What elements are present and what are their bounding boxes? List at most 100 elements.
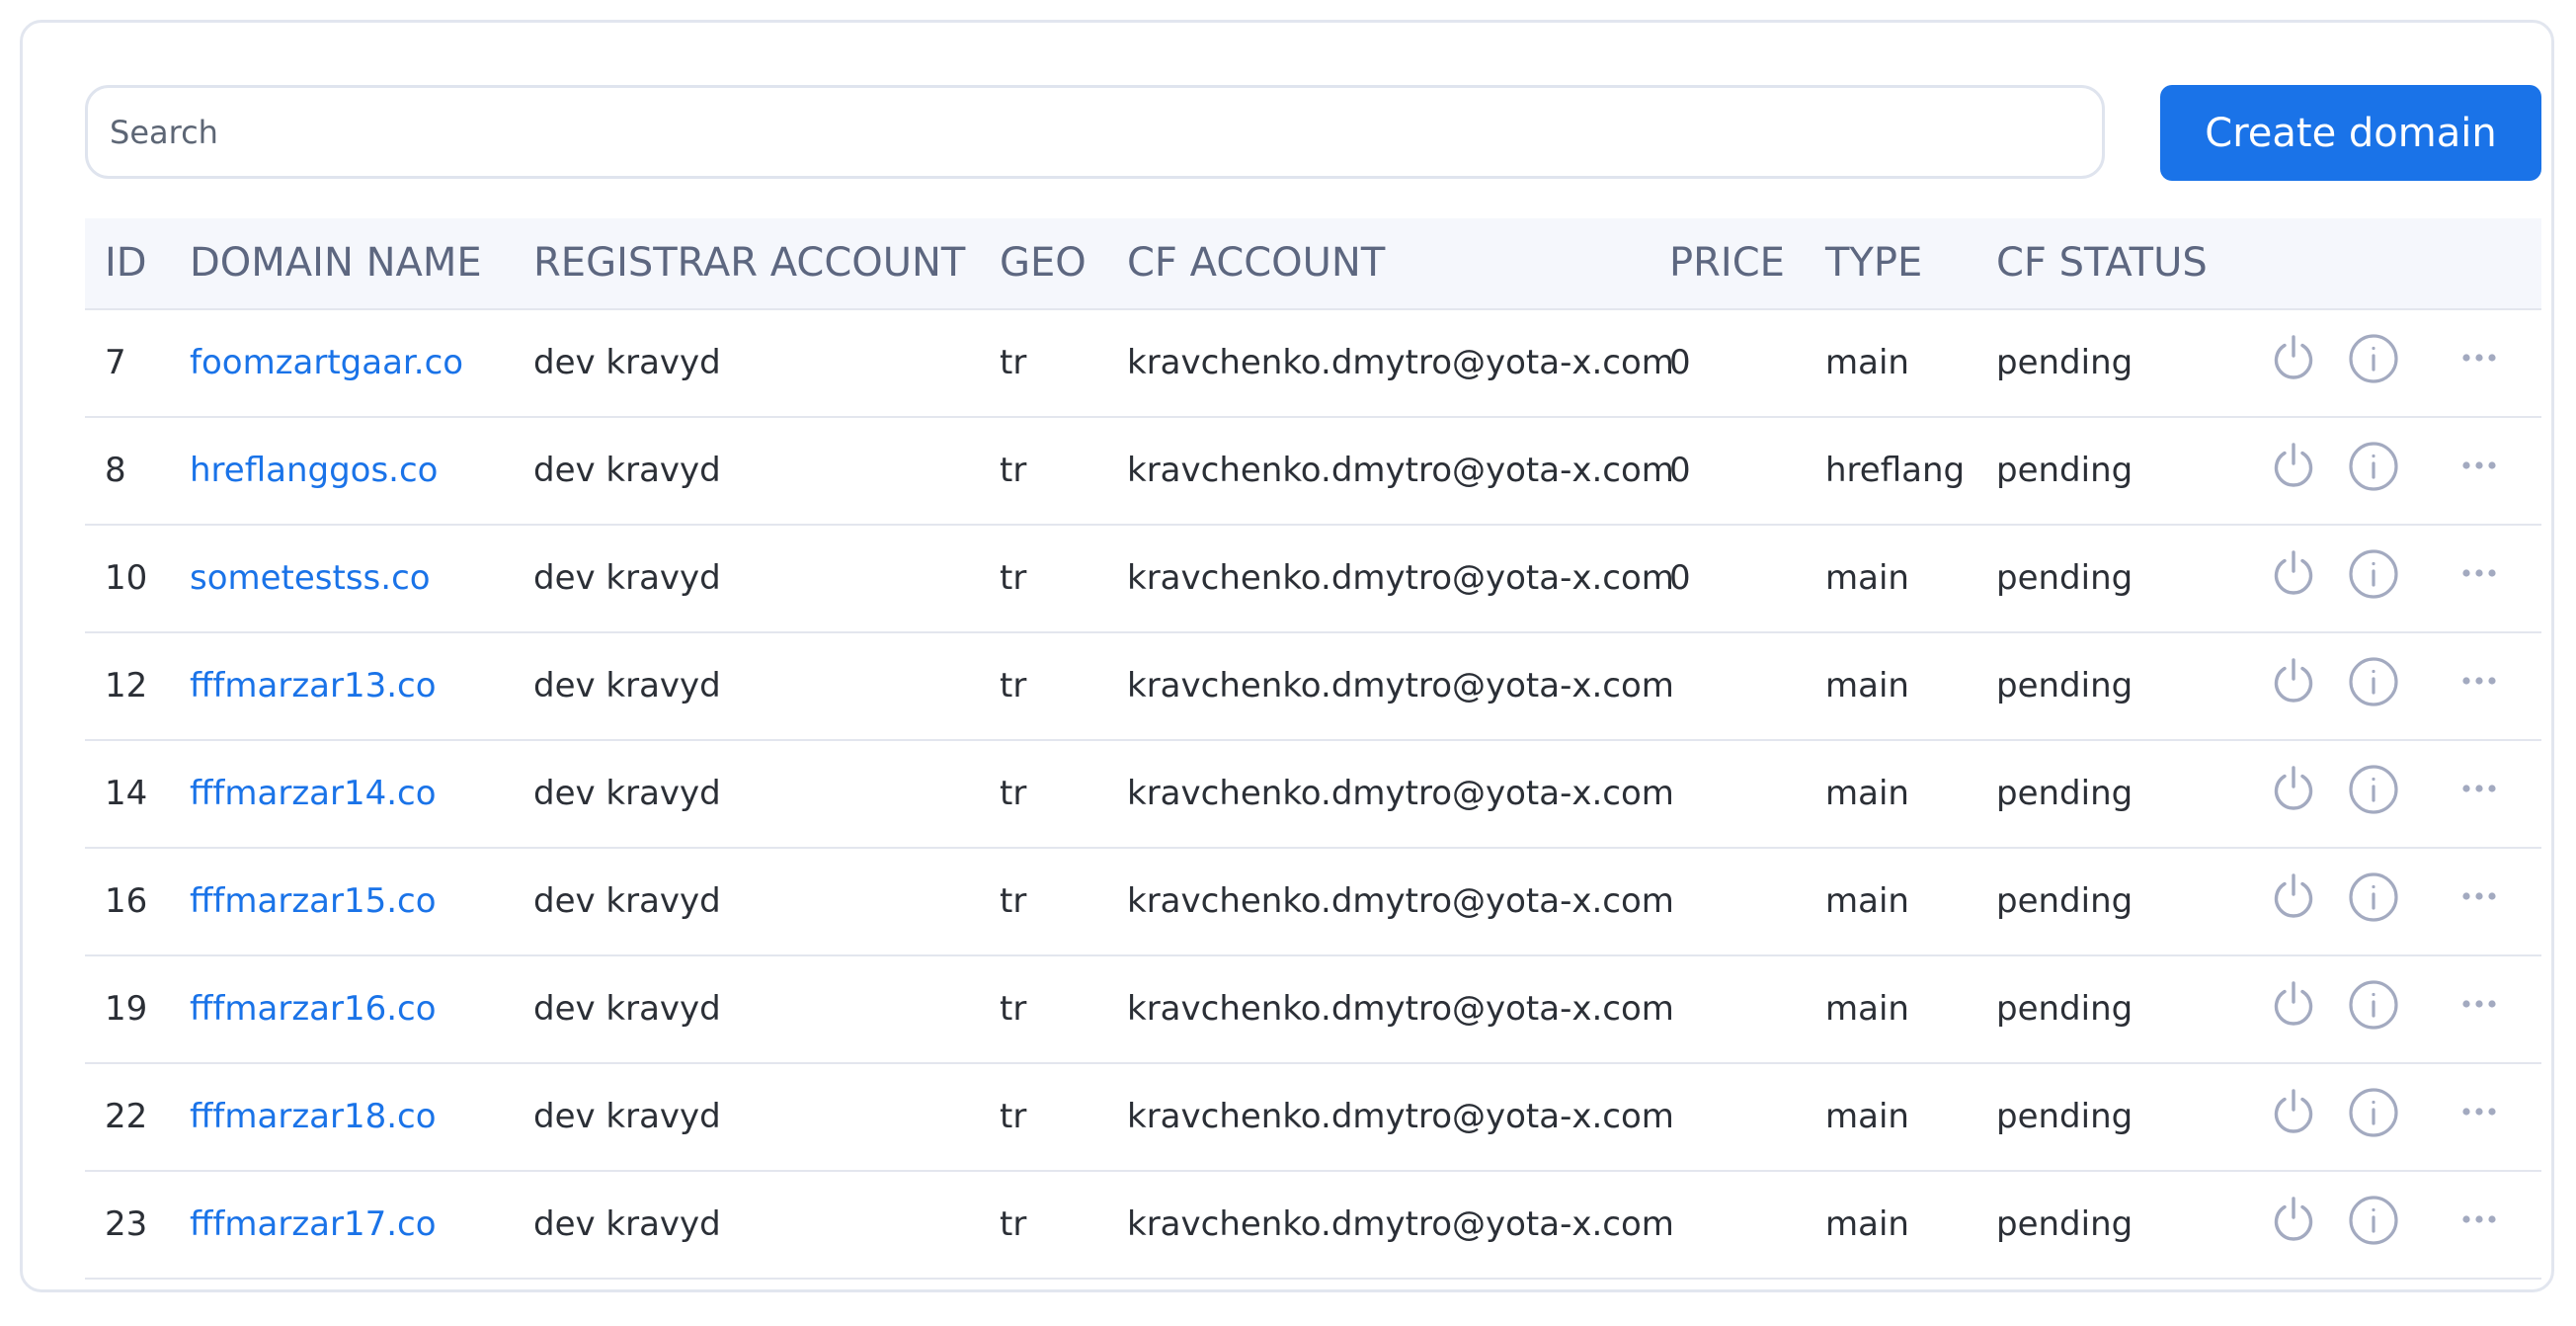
info-icon[interactable]	[2347, 332, 2400, 385]
domain-name-link[interactable]: fffmarzar15.co	[190, 849, 437, 954]
info-icon[interactable]	[2347, 440, 2400, 493]
table-row: 23 fffmarzar17.co dev kravyd tr kravchen…	[85, 1172, 2541, 1280]
column-header-id[interactable]: ID	[105, 218, 147, 308]
cell-id: 10	[105, 558, 148, 598]
cell-id: 7	[105, 343, 126, 382]
table-header: ID DOMAIN NAME REGISTRAR ACCOUNT GEO CF …	[85, 218, 2541, 310]
domain-name-link[interactable]: fffmarzar14.co	[190, 741, 437, 847]
cell-type: main	[1825, 666, 1909, 705]
cell-cf-status: pending	[1996, 989, 2133, 1029]
more-horizontal-icon[interactable]	[2453, 1086, 2506, 1139]
cell-cf-status: pending	[1996, 558, 2133, 598]
power-icon[interactable]	[2267, 870, 2320, 924]
cell-price: 0	[1669, 558, 1691, 598]
cell-cf-account: kravchenko.dmytro@yota-x.com	[1127, 451, 1674, 490]
cell-registrar-account: dev kravyd	[533, 774, 721, 813]
cell-geo: tr	[1000, 343, 1027, 382]
domain-name-link[interactable]: fffmarzar13.co	[190, 633, 437, 739]
column-header-cf-status[interactable]: CF STATUS	[1996, 218, 2208, 308]
column-header-geo[interactable]: GEO	[1000, 218, 1087, 308]
power-icon[interactable]	[2267, 440, 2320, 493]
cell-cf-status: pending	[1996, 343, 2133, 382]
cell-id: 8	[105, 451, 126, 490]
cell-registrar-account: dev kravyd	[533, 881, 721, 921]
cell-registrar-account: dev kravyd	[533, 343, 721, 382]
table-row: 12 fffmarzar13.co dev kravyd tr kravchen…	[85, 633, 2541, 741]
info-icon[interactable]	[2347, 1194, 2400, 1247]
cell-type: main	[1825, 774, 1909, 813]
power-icon[interactable]	[2267, 978, 2320, 1032]
more-horizontal-icon[interactable]	[2453, 440, 2506, 493]
cell-id: 22	[105, 1097, 148, 1136]
more-horizontal-icon[interactable]	[2453, 547, 2506, 601]
power-icon[interactable]	[2267, 1086, 2320, 1139]
cell-cf-status: pending	[1996, 1097, 2133, 1136]
more-horizontal-icon[interactable]	[2453, 655, 2506, 708]
domain-name-link[interactable]: foomzartgaar.co	[190, 310, 463, 416]
column-header-registrar-account[interactable]: REGISTRAR ACCOUNT	[533, 218, 965, 308]
cell-cf-account: kravchenko.dmytro@yota-x.com	[1127, 1204, 1674, 1244]
power-icon[interactable]	[2267, 655, 2320, 708]
column-header-domain-name[interactable]: DOMAIN NAME	[190, 218, 482, 308]
cell-cf-account: kravchenko.dmytro@yota-x.com	[1127, 881, 1674, 921]
cell-id: 16	[105, 881, 148, 921]
more-horizontal-icon[interactable]	[2453, 763, 2506, 816]
cell-registrar-account: dev kravyd	[533, 1204, 721, 1244]
info-icon[interactable]	[2347, 870, 2400, 924]
cell-cf-account: kravchenko.dmytro@yota-x.com	[1127, 666, 1674, 705]
domain-name-link[interactable]: fffmarzar18.co	[190, 1064, 437, 1170]
cell-type: hreflang	[1825, 451, 1966, 490]
power-icon[interactable]	[2267, 763, 2320, 816]
cell-geo: tr	[1000, 666, 1027, 705]
info-icon[interactable]	[2347, 1086, 2400, 1139]
cell-type: main	[1825, 558, 1909, 598]
cell-id: 19	[105, 989, 148, 1029]
cell-registrar-account: dev kravyd	[533, 1097, 721, 1136]
cell-geo: tr	[1000, 558, 1027, 598]
more-horizontal-icon[interactable]	[2453, 978, 2506, 1032]
column-header-price[interactable]: PRICE	[1669, 218, 1785, 308]
domains-table: ID DOMAIN NAME REGISTRAR ACCOUNT GEO CF …	[85, 218, 2541, 1280]
info-icon[interactable]	[2347, 978, 2400, 1032]
table-row: 22 fffmarzar18.co dev kravyd tr kravchen…	[85, 1064, 2541, 1172]
info-icon[interactable]	[2347, 763, 2400, 816]
cell-price: 0	[1669, 451, 1691, 490]
power-icon[interactable]	[2267, 1194, 2320, 1247]
more-horizontal-icon[interactable]	[2453, 870, 2506, 924]
cell-cf-account: kravchenko.dmytro@yota-x.com	[1127, 1097, 1674, 1136]
cell-geo: tr	[1000, 1204, 1027, 1244]
power-icon[interactable]	[2267, 332, 2320, 385]
search-input[interactable]	[85, 85, 2105, 179]
cell-cf-account: kravchenko.dmytro@yota-x.com	[1127, 343, 1674, 382]
cell-cf-account: kravchenko.dmytro@yota-x.com	[1127, 558, 1674, 598]
cell-type: main	[1825, 1097, 1909, 1136]
domain-name-link[interactable]: hreflanggos.co	[190, 418, 438, 524]
table-row: 19 fffmarzar16.co dev kravyd tr kravchen…	[85, 956, 2541, 1064]
cell-type: main	[1825, 989, 1909, 1029]
column-header-type[interactable]: TYPE	[1825, 218, 1922, 308]
table-row: 10 sometestss.co dev kravyd tr kravchenk…	[85, 526, 2541, 633]
info-icon[interactable]	[2347, 547, 2400, 601]
cell-registrar-account: dev kravyd	[533, 666, 721, 705]
table-row: 16 fffmarzar15.co dev kravyd tr kravchen…	[85, 849, 2541, 956]
column-header-cf-account[interactable]: CF ACCOUNT	[1127, 218, 1385, 308]
cell-id: 23	[105, 1204, 148, 1244]
cell-type: main	[1825, 1204, 1909, 1244]
domain-name-link[interactable]: fffmarzar17.co	[190, 1172, 437, 1278]
create-domain-button[interactable]: Create domain	[2160, 85, 2541, 181]
domain-name-link[interactable]: fffmarzar16.co	[190, 956, 437, 1062]
cell-geo: tr	[1000, 989, 1027, 1029]
cell-cf-status: pending	[1996, 451, 2133, 490]
cell-id: 12	[105, 666, 148, 705]
more-horizontal-icon[interactable]	[2453, 1194, 2506, 1247]
domain-name-link[interactable]: sometestss.co	[190, 526, 431, 631]
cell-cf-account: kravchenko.dmytro@yota-x.com	[1127, 774, 1674, 813]
table-row: 8 hreflanggos.co dev kravyd tr kravchenk…	[85, 418, 2541, 526]
more-horizontal-icon[interactable]	[2453, 332, 2506, 385]
cell-cf-status: pending	[1996, 1204, 2133, 1244]
info-icon[interactable]	[2347, 655, 2400, 708]
cell-geo: tr	[1000, 451, 1027, 490]
cell-registrar-account: dev kravyd	[533, 558, 721, 598]
cell-id: 14	[105, 774, 148, 813]
power-icon[interactable]	[2267, 547, 2320, 601]
